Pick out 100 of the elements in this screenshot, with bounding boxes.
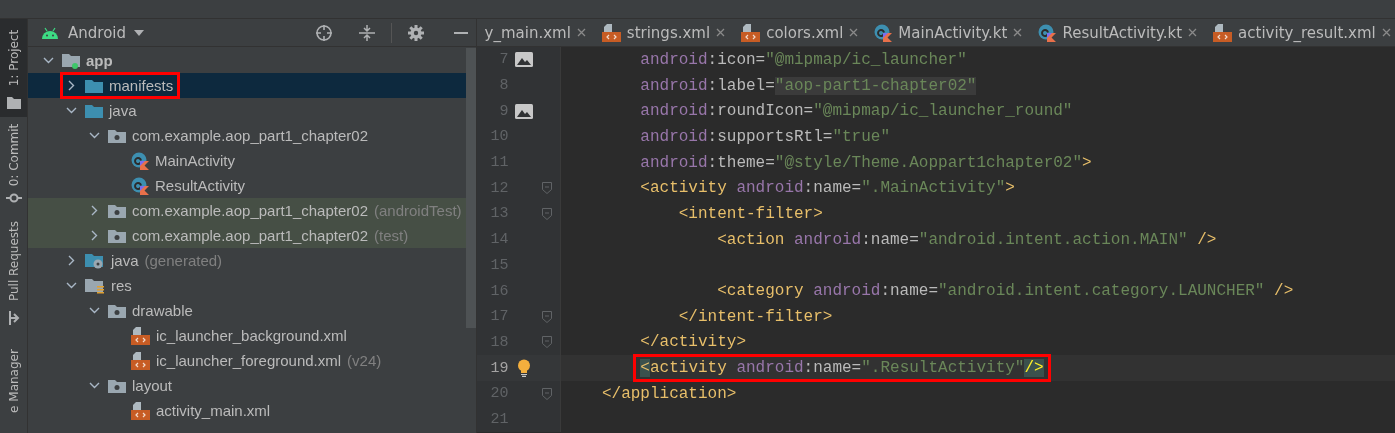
editor-tab[interactable]: strings.xml: [593, 19, 734, 46]
folder-icon: [85, 103, 103, 118]
close-icon[interactable]: [576, 28, 586, 37]
close-icon[interactable]: [849, 28, 859, 37]
dropdown-caret-icon: [134, 29, 144, 36]
chevron-down-icon[interactable]: [88, 305, 100, 316]
code-line: </intent-filter>: [678, 307, 833, 326]
tree-row[interactable]: java: [28, 98, 466, 123]
settings-icon[interactable]: [407, 24, 424, 41]
pull-request-icon: [7, 311, 20, 325]
tree-item-label[interactable]: manifests: [109, 77, 174, 94]
kotlin-class-icon: [131, 176, 149, 195]
image-icon: [514, 52, 533, 68]
image-icon: [514, 103, 533, 119]
lightbulb-icon[interactable]: [516, 359, 531, 378]
close-icon[interactable]: [1381, 28, 1391, 37]
tree-item-label[interactable]: java: [111, 252, 139, 269]
commit-icon: [5, 193, 22, 203]
tree-row[interactable]: com.example.aop_part1_chapter02 (androidTest): [28, 198, 466, 223]
editor-tab[interactable]: activity_result.xml: [1205, 19, 1395, 46]
package-folder-icon: [108, 228, 126, 243]
code-line: <activity android:name=".MainActivity">: [640, 179, 1015, 198]
chevron-down-icon[interactable]: [88, 130, 100, 141]
code-line: <activity android:name=".ResultActivity"/>: [636, 357, 1048, 380]
tree-row[interactable]: activity_main.xml: [28, 398, 466, 423]
line-number: 19: [489, 359, 509, 377]
package-folder-icon: [108, 203, 126, 218]
fold-marker-icon[interactable]: [541, 310, 552, 323]
chevron-down-icon[interactable]: [42, 55, 54, 66]
tree-row[interactable]: MainActivity: [28, 148, 466, 173]
tree-row[interactable]: manifests: [28, 73, 466, 98]
generated-folder-icon: [85, 252, 105, 269]
code-line: <action android:name="android.intent.action.MAIN" />: [717, 230, 1217, 249]
tree-item-label[interactable]: ResultActivity: [155, 177, 246, 194]
tree-item-label[interactable]: com.example.aop_part1_chapter02: [132, 227, 368, 244]
code-line: android:supportsRtl="true": [640, 127, 890, 146]
collapse-all-icon[interactable]: [358, 23, 375, 42]
tree-item-label[interactable]: drawable: [132, 302, 193, 319]
code-line: android:roundIcon="@mipmap/ic_launcher_round": [640, 102, 1073, 121]
xml-file-icon: [1213, 23, 1233, 42]
fold-marker-icon[interactable]: [541, 207, 552, 220]
xml-file-icon: [131, 351, 150, 370]
tool-window-tab[interactable]: 0: Commit: [0, 117, 27, 211]
tree-item-label[interactable]: activity_main.xml: [156, 402, 271, 419]
code-line: android:theme="@style/Theme.Aoppart1chapter02">: [640, 153, 1092, 172]
tree-item-label[interactable]: app: [86, 52, 113, 69]
resource-folder-icon: [85, 277, 105, 294]
tree-item-label[interactable]: com.example.aop_part1_chapter02: [132, 202, 368, 219]
tree-item-label[interactable]: res: [111, 277, 132, 294]
view-selector[interactable]: Android: [40, 23, 144, 42]
tree-item-note: (v24): [347, 352, 382, 369]
tree-item-label[interactable]: layout: [132, 377, 173, 394]
tree-item-label[interactable]: MainActivity: [155, 152, 236, 169]
tree-row[interactable]: ResultActivity: [28, 173, 466, 198]
tree-item-label[interactable]: ic_launcher_background.xml: [156, 327, 347, 344]
tool-window-tab[interactable]: e Manager: [0, 333, 27, 429]
android-icon: [40, 26, 60, 39]
tree-row[interactable]: com.example.aop_part1_chapter02 (test): [28, 223, 466, 248]
module-folder-icon: [62, 52, 80, 69]
tree-row[interactable]: res: [28, 273, 466, 298]
tree-item-label[interactable]: java: [109, 102, 137, 119]
kotlin-class-icon: [1038, 23, 1057, 42]
tree-row[interactable]: ic_launcher_background.xml: [28, 323, 466, 348]
editor-tab[interactable]: MainActivity.kt: [866, 19, 1031, 46]
chevron-down-icon[interactable]: [65, 105, 77, 116]
kotlin-class-icon: [874, 23, 893, 42]
fold-marker-icon[interactable]: [541, 336, 552, 349]
close-icon[interactable]: [716, 28, 726, 37]
fold-marker-icon[interactable]: [541, 182, 552, 195]
tree-row[interactable]: java (generated): [28, 248, 466, 273]
chevron-down-icon[interactable]: [88, 380, 100, 391]
tree-row[interactable]: com.example.aop_part1_chapter02: [28, 123, 466, 148]
locate-icon[interactable]: [314, 23, 333, 42]
xml-file-icon: [741, 23, 761, 42]
tree-item-note: (generated): [144, 252, 223, 269]
package-folder-icon: [108, 303, 126, 318]
tree-item-label[interactable]: ic_launcher_foreground.xml: [156, 352, 342, 369]
package-folder-icon: [108, 378, 126, 393]
editor-tab[interactable]: colors.xml: [733, 19, 867, 46]
close-icon[interactable]: [1188, 28, 1198, 37]
package-folder-icon: [108, 128, 126, 143]
code-line: android:icon="@mipmap/ic_launcher": [640, 50, 967, 69]
chevron-down-icon[interactable]: [65, 280, 77, 291]
tree-row[interactable]: ic_launcher_foreground.xml (v24): [28, 348, 466, 373]
tree-row[interactable]: drawable: [28, 298, 466, 323]
scrollbar[interactable]: [465, 48, 476, 328]
tree-row[interactable]: layout: [28, 373, 466, 398]
tree-item-note: (test): [374, 227, 409, 244]
tool-window-tab[interactable]: 1: Project: [0, 19, 27, 117]
code-line: android:label="aop-part1-chapter02": [640, 76, 977, 95]
fold-marker-icon[interactable]: [541, 387, 552, 400]
code-line: <intent-filter>: [678, 204, 823, 223]
editor-tab[interactable]: y_main.xml: [476, 19, 594, 46]
code-line: </application>: [601, 384, 737, 403]
code-line: <category android:name="android.intent.category.LAUNCHER" />: [717, 282, 1294, 301]
tree-item-label[interactable]: com.example.aop_part1_chapter02: [132, 127, 368, 144]
code-line: </activity>: [640, 333, 746, 352]
close-icon[interactable]: [1013, 28, 1023, 37]
editor-tab[interactable]: ResultActivity.kt: [1030, 19, 1206, 46]
tool-window-tab[interactable]: Pull Requests: [0, 211, 27, 333]
